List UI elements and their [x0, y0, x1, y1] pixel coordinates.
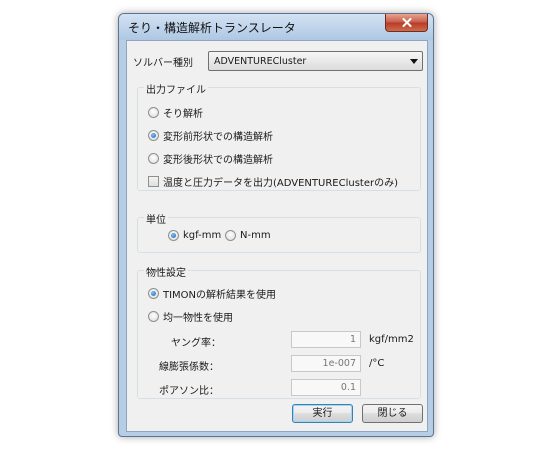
radio-button-selected[interactable]: [168, 230, 179, 241]
title-bar[interactable]: そり・構造解析トランスレータ: [119, 14, 433, 40]
thermal-expansion-unit: /°C: [369, 358, 385, 369]
radio-unit-kgf-mm[interactable]: kgf-mm: [168, 230, 221, 241]
window-title: そり・構造解析トランスレータ: [128, 21, 296, 35]
radio-button[interactable]: [148, 107, 159, 118]
radio-button[interactable]: [148, 311, 159, 322]
radio-label: そり解析: [163, 109, 203, 120]
radio-button[interactable]: [148, 153, 159, 164]
close-button[interactable]: 閉じる: [362, 404, 423, 423]
units-group-title: 単位: [144, 211, 168, 226]
solver-label: ソルバー種別: [133, 58, 193, 69]
dropdown-arrow-icon: [410, 59, 418, 64]
radio-unit-n-mm[interactable]: N-mm: [225, 230, 271, 241]
radio-use-timon-results[interactable]: TIMONの解析結果を使用: [148, 286, 276, 301]
units-group: 単位 kgf-mm N-mm: [137, 211, 421, 253]
output-file-group: 出力ファイル そり解析 変形前形状での構造解析 変形後形状での構造解析 温度と圧…: [137, 81, 421, 191]
radio-label: 変形前形状での構造解析: [163, 132, 273, 143]
dialog-window: そり・構造解析トランスレータ ソルバー種別 ADVENTURECluster 出…: [118, 13, 434, 437]
young-modulus-input[interactable]: 1: [291, 331, 361, 348]
young-modulus-label: ヤング率：: [171, 338, 221, 349]
material-settings-group: 物性設定 TIMONの解析結果を使用 均一物性を使用 ヤング率： 1 kgf/m…: [137, 264, 421, 399]
thermal-expansion-input[interactable]: 1e-007: [291, 355, 361, 372]
radio-button-selected[interactable]: [148, 130, 159, 141]
radio-post-deformation-analysis[interactable]: 変形後形状での構造解析: [148, 151, 273, 166]
close-icon: [402, 18, 411, 27]
radio-button-selected[interactable]: [148, 288, 159, 299]
thermal-expansion-label: 線膨張係数：: [159, 362, 219, 373]
radio-label: 変形後形状での構造解析: [163, 155, 273, 166]
poisson-ratio-label: ポアソン比：: [159, 386, 219, 397]
dialog-client-area: ソルバー種別 ADVENTURECluster 出力ファイル そり解析 変形前形…: [126, 40, 428, 432]
poisson-ratio-input[interactable]: 0.1: [291, 379, 361, 396]
radio-warp-analysis[interactable]: そり解析: [148, 105, 203, 120]
radio-pre-deformation-analysis[interactable]: 変形前形状での構造解析: [148, 128, 273, 143]
checkbox-label: 温度と圧力データを出力(ADVENTUREClusterのみ): [163, 178, 398, 189]
radio-label: 均一物性を使用: [163, 313, 233, 324]
radio-label: kgf-mm: [183, 230, 222, 241]
solver-selected-value: ADVENTURECluster: [214, 56, 307, 67]
radio-use-uniform-material[interactable]: 均一物性を使用: [148, 309, 233, 324]
material-group-title: 物性設定: [144, 264, 188, 279]
radio-button[interactable]: [225, 230, 236, 241]
checkbox-temperature-pressure[interactable]: 温度と圧力データを出力(ADVENTUREClusterのみ): [148, 174, 398, 189]
checkbox[interactable]: [148, 176, 159, 187]
young-modulus-unit: kgf/mm2: [369, 334, 414, 345]
radio-label: N-mm: [240, 230, 271, 241]
close-window-button[interactable]: [385, 14, 428, 32]
output-group-title: 出力ファイル: [144, 81, 208, 96]
radio-label: TIMONの解析結果を使用: [163, 290, 277, 301]
run-button[interactable]: 実行: [292, 404, 353, 423]
solver-select[interactable]: ADVENTURECluster: [208, 51, 423, 71]
